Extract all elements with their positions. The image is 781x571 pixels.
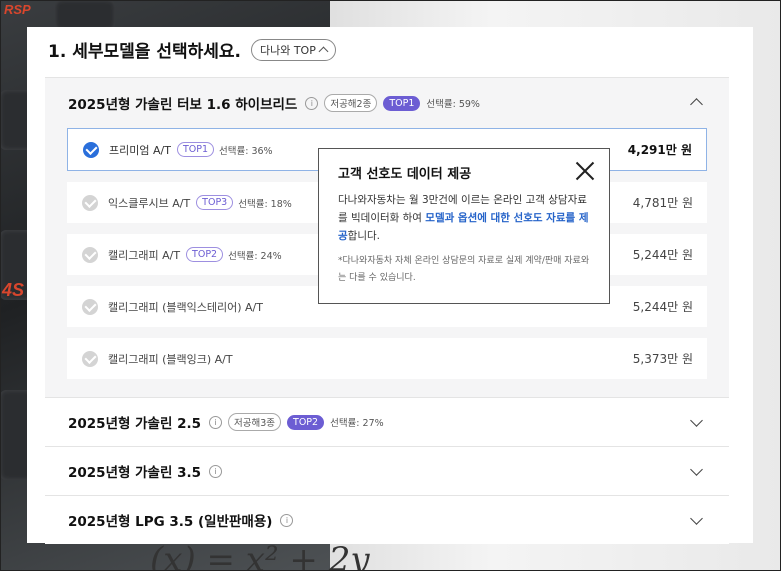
info-icon[interactable]: i: [280, 513, 294, 527]
tooltip-body: 다나와자동차는 월 3만건에 이르는 온라인 고객 상담자료를 빅데이터화 하여…: [338, 191, 596, 245]
section-heading: 1. 세부모델을 선택하세요.: [48, 42, 241, 62]
option-price: 4,781만 원: [632, 196, 693, 210]
trim-section-title: 2025년형 가솔린 터보 1.6 하이브리드: [68, 97, 298, 113]
trim-section-collapsed[interactable]: 2025년형 LPG 3.5 (일반판매용) i: [45, 495, 729, 544]
chevron-up-icon[interactable]: [690, 98, 703, 111]
option-top-badge: TOP3: [196, 195, 234, 210]
check-icon[interactable]: [82, 298, 98, 315]
trim-section-header[interactable]: 2025년형 가솔린 3.5 i: [45, 447, 729, 495]
option-name: 캘리그래피 (블랙익스테리어) A/T: [108, 300, 263, 314]
check-icon[interactable]: [82, 246, 98, 263]
trim-section-title: 2025년형 LPG 3.5 (일반판매용): [68, 514, 273, 530]
option-rate: 선택률: 18%: [238, 198, 292, 210]
close-icon[interactable]: [575, 161, 595, 181]
option-top-badge: TOP1: [176, 142, 214, 157]
emission-tag: 저공해3종: [228, 413, 282, 431]
option-price: 5,373만 원: [632, 352, 693, 366]
chevron-down-icon[interactable]: [690, 463, 703, 476]
trim-section-header[interactable]: 2025년형 가솔린 터보 1.6 하이브리드 i 저공해2종 TOP1 선택률…: [45, 78, 729, 128]
option-item[interactable]: 캘리그래피 (블랙잉크) A/T 5,373만 원: [67, 338, 707, 379]
option-rate: 선택률: 24%: [228, 250, 282, 262]
chevron-down-icon[interactable]: [690, 414, 703, 427]
option-price: 5,244만 원: [632, 248, 693, 262]
tooltip-body-text-end: 합니다.: [347, 230, 380, 242]
sort-pill-label: 다나와 TOP: [259, 43, 316, 57]
trim-section-header[interactable]: 2025년형 가솔린 2.5 i 저공해3종 TOP2 선택률: 27%: [45, 398, 729, 446]
selection-rate: 선택률: 59%: [426, 99, 480, 110]
check-icon[interactable]: [83, 141, 99, 158]
option-top-badge: TOP2: [186, 247, 224, 262]
option-price: 5,244만 원: [632, 300, 693, 314]
chevron-down-icon[interactable]: [690, 512, 703, 525]
option-name: 캘리그래피 A/T: [108, 248, 181, 262]
info-icon[interactable]: i: [209, 464, 222, 478]
background-math-formula: (x) = x² + 2y: [150, 540, 370, 571]
option-rate: 선택률: 36%: [219, 145, 273, 157]
title-row: 1. 세부모델을 선택하세요. 다나와 TOP: [48, 37, 336, 62]
trim-section-title: 2025년형 가솔린 3.5: [68, 465, 201, 481]
emission-tag: 저공해2종: [324, 94, 378, 112]
sort-pill-button[interactable]: 다나와 TOP: [250, 38, 336, 61]
trim-section-header[interactable]: 2025년형 LPG 3.5 (일반판매용) i: [45, 496, 729, 544]
trim-section-collapsed[interactable]: 2025년형 가솔린 3.5 i: [45, 446, 729, 495]
check-icon[interactable]: [82, 350, 98, 367]
chevron-up-icon: [318, 46, 329, 56]
option-name: 익스클루시브 A/T: [108, 196, 191, 210]
tooltip-note: *다나와자동차 자체 온라인 상담문의 자료로 실제 계약/판매 자료와는 다를…: [338, 256, 590, 283]
preference-data-tooltip: 고객 선호도 데이터 제공 다나와자동차는 월 3만건에 이르는 온라인 고객 …: [318, 148, 610, 304]
background-key-label: 4S: [2, 280, 25, 300]
option-price: 4,291만 원: [627, 143, 692, 157]
info-icon[interactable]: i: [305, 96, 319, 110]
top-rank-badge: TOP2: [287, 414, 325, 430]
tooltip-title: 고객 선호도 데이터 제공: [338, 167, 472, 182]
check-icon[interactable]: [82, 194, 98, 211]
option-name: 프리미엄 A/T: [109, 143, 171, 157]
trim-section-title: 2025년형 가솔린 2.5: [68, 416, 201, 432]
top-rank-badge: TOP1: [383, 95, 421, 111]
background-key-label: RSP: [4, 2, 31, 17]
info-icon[interactable]: i: [209, 415, 222, 429]
trim-section-collapsed[interactable]: 2025년형 가솔린 2.5 i 저공해3종 TOP2 선택률: 27%: [45, 397, 729, 446]
option-name: 캘리그래피 (블랙잉크) A/T: [108, 352, 233, 366]
selection-rate: 선택률: 27%: [330, 418, 384, 429]
